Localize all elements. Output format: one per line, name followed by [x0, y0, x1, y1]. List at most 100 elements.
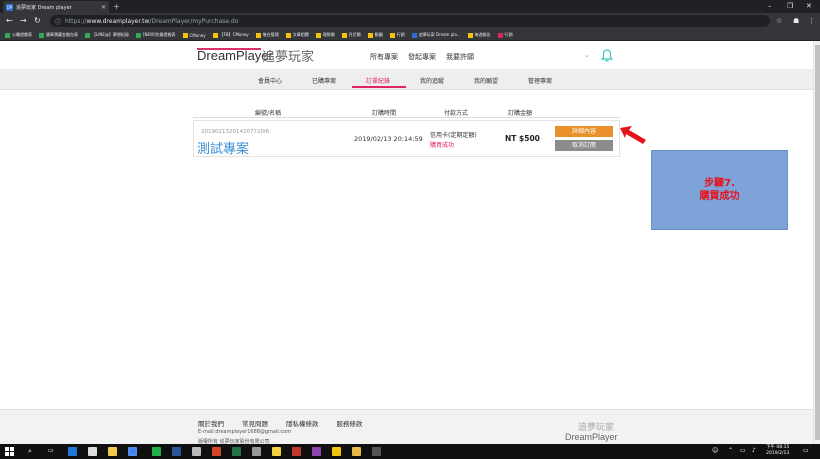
footer-privacy-link[interactable]: 隱私權條款: [286, 418, 319, 428]
site-info-icon[interactable]: ⓘ: [55, 17, 61, 26]
subnav-member-center[interactable]: 會員中心: [258, 76, 282, 85]
site-logo-chinese[interactable]: 追夢玩家: [262, 46, 314, 65]
nav-make-wish[interactable]: 我要許願: [446, 52, 474, 62]
bookmark-item[interactable]: 國軍寶藏金融包表: [39, 32, 78, 38]
taskbar-app-icon[interactable]: [312, 447, 321, 456]
excel-icon[interactable]: [232, 447, 241, 456]
bookmark-label: [NEW]作業提報表: [142, 32, 176, 37]
calculator-icon[interactable]: [192, 447, 201, 456]
taskbar-app-icon[interactable]: [252, 447, 261, 456]
bookmark-item[interactable]: 追夢玩家 Dream pla...: [411, 32, 461, 38]
subnav-my-follows[interactable]: 我的追蹤: [420, 76, 444, 85]
search-icon[interactable]: ⌕: [28, 447, 32, 456]
bookmark-item[interactable]: 文章相關: [285, 32, 309, 38]
back-icon[interactable]: ←: [6, 16, 13, 25]
taskbar-clock[interactable]: 下午 08:15 2019/2/13: [766, 445, 789, 457]
bookmark-item[interactable]: 每週報告: [467, 32, 491, 38]
order-number: 201902132014207720I6: [201, 129, 270, 135]
scrollbar-thumb[interactable]: [815, 45, 820, 440]
footer-email: E-mail:dreamplayer1688@gmail.com: [198, 429, 292, 435]
nav-start-project[interactable]: 發起專案: [408, 52, 436, 62]
bookmark-folder-icon: [285, 32, 291, 38]
bookmark-folder-icon: [5, 32, 10, 38]
photos-icon[interactable]: [372, 447, 381, 456]
chevron-up-icon[interactable]: ⌃: [728, 447, 733, 454]
forward-icon[interactable]: →: [20, 16, 27, 25]
order-detail-button[interactable]: 詳細內容: [555, 126, 613, 137]
subnav-manage-projects[interactable]: 管理專案: [528, 76, 552, 85]
menu-icon[interactable]: ⋮: [808, 17, 815, 25]
close-window-icon[interactable]: ✕: [806, 2, 812, 10]
orders-table-header: 編號/名稱 訂購時間 付款方式 訂購金額: [193, 104, 620, 118]
footer-terms-link[interactable]: 服務條款: [337, 418, 363, 428]
cancel-subscription-button[interactable]: 取消訂閱: [555, 140, 613, 151]
project-name[interactable]: 測試專案: [197, 138, 249, 157]
bookmarks-bar: 公職遊戲表 國軍寶藏金融包表 【LINE@】夢想紀錄 [NEW]作業提報表 CMoney…: [0, 30, 820, 41]
bookmark-label: 【LINE@】夢想紀錄: [92, 32, 129, 37]
footer-about-link[interactable]: 關於我們: [198, 418, 224, 428]
nav-all-projects[interactable]: 所有專案: [370, 52, 398, 62]
bookmark-item[interactable]: 【FB】CMoney: [212, 32, 249, 38]
bookmark-item[interactable]: CMoney: [182, 32, 206, 38]
edge-icon[interactable]: [68, 447, 77, 456]
taskbar-app-icon[interactable]: [292, 447, 301, 456]
site-header: DreamPlayer 追夢玩家 所有專案 發起專案 我要許願 ⌄: [0, 41, 813, 69]
minimize-icon[interactable]: –: [768, 2, 772, 10]
word-icon[interactable]: [172, 447, 181, 456]
step-number: 步驟7.: [704, 178, 735, 189]
chrome-icon[interactable]: [128, 447, 137, 456]
mail-icon[interactable]: [88, 447, 97, 456]
bookmark-item[interactable]: 【LINE@】夢想紀錄: [85, 32, 129, 38]
task-view-icon[interactable]: ▭: [48, 447, 54, 454]
bookmark-label: 每週報告: [474, 32, 491, 37]
bookmark-label: 行銷: [396, 32, 405, 37]
page-scrollbar[interactable]: [813, 41, 820, 444]
bookmark-star-icon[interactable]: ☆: [776, 17, 782, 25]
volume-icon[interactable]: ♪: [752, 447, 756, 454]
bookmark-item[interactable]: 行銷: [497, 32, 513, 38]
chevron-down-icon[interactable]: ⌄: [584, 51, 590, 59]
sticky-notes-icon[interactable]: [272, 447, 281, 456]
step-annotation-box: 步驟7. 購買成功: [651, 150, 788, 230]
store-icon[interactable]: [108, 447, 117, 456]
address-bar[interactable]: ⓘ https://www.dreamplayer.tw/DreamPlayer…: [50, 15, 770, 27]
windows-start-icon[interactable]: [5, 447, 14, 456]
browser-tab[interactable]: DP 追夢玩家 Dream player ✕: [3, 1, 109, 13]
profile-icon[interactable]: ☗: [793, 17, 799, 25]
header-amount: 訂購金額: [508, 110, 533, 117]
bookmark-item[interactable]: 公職遊戲表: [5, 32, 32, 38]
footer-logo: DreamPlayer: [565, 432, 618, 442]
close-tab-icon[interactable]: ✕: [101, 4, 106, 11]
reload-icon[interactable]: ↻: [34, 16, 41, 25]
powerpoint-icon[interactable]: [212, 447, 221, 456]
restore-icon[interactable]: ❐: [787, 2, 793, 10]
bookmark-item[interactable]: 理財類: [315, 32, 335, 38]
bookmark-label: 追夢玩家 Dream pla...: [418, 32, 461, 37]
notification-icon[interactable]: ▭: [803, 447, 809, 454]
order-amount: NT $500: [505, 134, 540, 143]
subnav-my-wishes[interactable]: 我的願望: [474, 76, 498, 85]
bookmark-item[interactable]: 動圖: [367, 32, 383, 38]
member-subnav: 會員中心 已購專案 訂單紀錄 我的追蹤 我的願望 管理專案: [0, 69, 813, 90]
bookmark-folder-icon: [467, 32, 473, 38]
bookmark-label: 公職遊戲表: [12, 32, 32, 37]
bookmark-label: 行銷: [504, 32, 513, 37]
line-app-icon[interactable]: [152, 447, 161, 456]
bell-icon[interactable]: [601, 49, 613, 62]
bookmark-folder-icon: [39, 32, 44, 38]
taskbar-app-icon[interactable]: [332, 447, 341, 456]
bookmark-item[interactable]: 後台管理: [255, 32, 279, 38]
subnav-purchased-projects[interactable]: 已購專案: [312, 76, 336, 85]
bookmark-item[interactable]: 丹尼爾: [341, 32, 361, 38]
bookmark-folder-icon: [85, 32, 90, 38]
bookmark-item[interactable]: [NEW]作業提報表: [135, 32, 176, 38]
new-tab-button[interactable]: +: [113, 2, 120, 11]
people-icon[interactable]: ☺: [712, 447, 718, 454]
bookmark-folder-icon: [367, 32, 373, 38]
footer-faq-link[interactable]: 常見問題: [242, 418, 268, 428]
network-icon[interactable]: ▭: [740, 447, 746, 454]
bookmark-item[interactable]: 行銷: [389, 32, 405, 38]
bookmark-folder-icon: [212, 32, 218, 38]
file-explorer-icon[interactable]: [352, 447, 361, 456]
subnav-order-records[interactable]: 訂單紀錄: [366, 76, 390, 85]
